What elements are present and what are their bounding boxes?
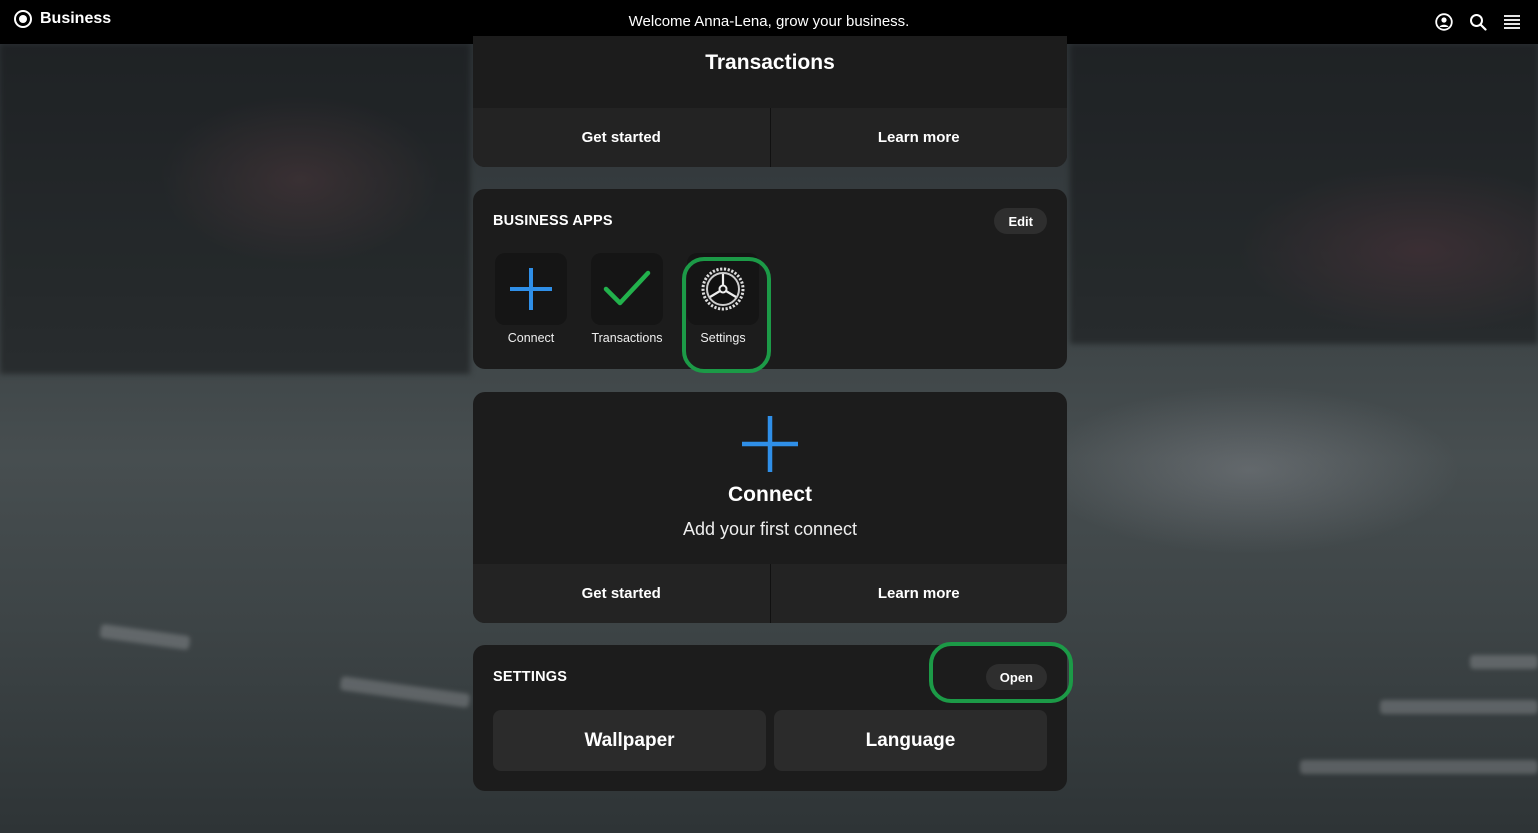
transactions-card: Transactions Get started Learn more [473,36,1067,167]
background-stripe [1380,700,1538,714]
open-settings-button[interactable]: Open [985,664,1047,690]
settings-label: SETTINGS [493,669,568,685]
plus-icon [742,416,798,472]
app-connect[interactable]: Connect [495,253,567,345]
app-label: Settings [700,331,746,345]
app-tile [591,253,663,325]
transactions-card-actions: Get started Learn more [473,108,1067,167]
background-stripe [99,623,191,651]
menu-icon[interactable] [1502,12,1522,32]
app-grid: Connect Transactions Settings [495,253,759,345]
app-tile [495,253,567,325]
connect-get-started-button[interactable]: Get started [473,564,770,623]
background-stripe [339,676,471,708]
transactions-card-title: Transactions [705,51,835,74]
connect-learn-more-button[interactable]: Learn more [769,564,1068,623]
connect-card: Connect Add your first connect Get start… [473,392,1067,623]
transactions-learn-more-button[interactable]: Learn more [769,108,1068,167]
search-icon[interactable] [1468,12,1488,32]
settings-card: SETTINGS Open Wallpaper Language [473,645,1067,791]
welcome-message: Welcome Anna-Lena, grow your business. [628,13,910,30]
connect-card-title: Connect [728,483,812,506]
app-label: Connect [507,331,555,345]
business-apps-card: BUSINESS APPS Edit Connect Transactions [473,189,1067,369]
language-button[interactable]: Language [774,710,1047,771]
checkmark-icon [603,270,651,306]
business-apps-label: BUSINESS APPS [493,213,613,229]
background-stripe [1470,655,1538,669]
app-tile [687,253,759,325]
plus-icon [510,268,552,310]
account-icon[interactable] [1434,12,1454,32]
wallpaper-button[interactable]: Wallpaper [493,710,766,771]
gear-icon [701,267,745,311]
connect-card-actions: Get started Learn more [473,564,1067,623]
edit-button[interactable]: Edit [994,208,1047,234]
connect-card-subtitle: Add your first connect [682,519,858,539]
app-label: Transactions [591,331,663,345]
app-settings[interactable]: Settings [687,253,759,345]
background-building-left [0,44,470,374]
background-stripe [1300,760,1538,774]
transactions-get-started-button[interactable]: Get started [473,108,770,167]
top-icons [1434,12,1522,32]
settings-buttons: Wallpaper Language [493,710,1047,771]
background-building-right [1070,44,1538,344]
app-transactions[interactable]: Transactions [591,253,663,345]
